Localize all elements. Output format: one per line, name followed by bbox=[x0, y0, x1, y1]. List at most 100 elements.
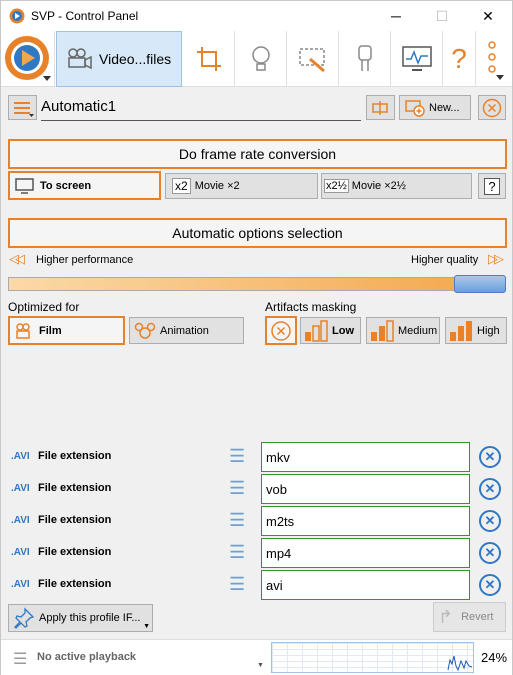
apply-profile-if-label: Apply this profile IF... bbox=[39, 612, 141, 624]
profiles-menu-button[interactable] bbox=[8, 95, 37, 120]
frame-rate-conversion-toggle[interactable]: Do frame rate conversion bbox=[8, 139, 507, 169]
remove-condition-button[interactable]: ✕ bbox=[479, 574, 501, 596]
condition-row: .AVI File extension ☰ mp4 ✕ bbox=[8, 538, 508, 568]
status-bar: ☰ No active playback ▼ 24% bbox=[1, 639, 512, 675]
fast-forward-icon: ▷▷ bbox=[488, 251, 504, 266]
svp-logo-icon bbox=[4, 36, 51, 81]
status-menu-arrow-icon[interactable]: ▼ bbox=[257, 662, 264, 669]
profile-panel: Automatic1 New... Do frame rate conversi… bbox=[1, 87, 512, 639]
profile-name-field[interactable]: Automatic1 bbox=[41, 95, 361, 121]
delete-profile-button[interactable] bbox=[478, 95, 506, 120]
condition-value-field[interactable]: vob bbox=[261, 474, 470, 504]
remove-condition-button[interactable]: ✕ bbox=[479, 446, 501, 468]
artifacts-medium-button[interactable]: Medium bbox=[366, 317, 440, 344]
frame-rate-help-button[interactable]: ? bbox=[478, 173, 506, 199]
avi-badge: .AVI bbox=[11, 515, 30, 526]
help-button[interactable]: ? bbox=[443, 31, 476, 87]
profile-settings-button[interactable] bbox=[366, 95, 395, 120]
condition-value-field[interactable]: mkv bbox=[261, 442, 470, 472]
film-button[interactable]: Film bbox=[8, 316, 125, 345]
svp-logo-icon bbox=[9, 8, 25, 24]
condition-label: File extension bbox=[38, 482, 112, 494]
higher-quality-label: Higher quality bbox=[411, 254, 479, 266]
optimized-for-label: Optimized for bbox=[8, 300, 80, 314]
video-camera-icon bbox=[68, 48, 92, 70]
artifacts-high-button[interactable]: High bbox=[445, 317, 507, 344]
revert-button[interactable]: ↱ Revert bbox=[433, 602, 506, 632]
film-label: Film bbox=[39, 324, 62, 337]
drag-handle-icon[interactable]: ☰ bbox=[229, 575, 245, 593]
x25-icon: x2½ bbox=[324, 179, 349, 193]
minimize-button[interactable]: ─ bbox=[373, 1, 419, 31]
rewind-icon: ◁◁ bbox=[9, 251, 25, 266]
avi-badge: .AVI bbox=[11, 483, 30, 494]
lightbulb-icon bbox=[251, 46, 270, 71]
pin-icon bbox=[14, 607, 35, 629]
svp-menu-button[interactable] bbox=[1, 31, 55, 87]
maximize-button[interactable]: ☐ bbox=[419, 1, 465, 31]
condition-row: .AVI File extension ☰ vob ✕ bbox=[8, 474, 508, 504]
tab-plugins[interactable] bbox=[339, 31, 391, 87]
tab-video-profiles-label: Video...files bbox=[99, 51, 172, 67]
higher-performance-label: Higher performance bbox=[36, 254, 134, 266]
drag-handle-icon[interactable]: ☰ bbox=[229, 479, 245, 497]
drag-handle-icon[interactable]: ☰ bbox=[229, 511, 245, 529]
plug-icon bbox=[357, 45, 372, 71]
condition-row: .AVI File extension ☰ mkv ✕ bbox=[8, 442, 508, 472]
quality-slider-thumb[interactable] bbox=[454, 275, 506, 293]
more-menu-button[interactable] bbox=[476, 31, 512, 87]
animation-button[interactable]: Animation bbox=[129, 317, 244, 344]
quality-slider-track[interactable] bbox=[8, 277, 506, 291]
tab-screen[interactable] bbox=[287, 31, 339, 87]
drag-handle-icon[interactable]: ☰ bbox=[229, 447, 245, 465]
medium-label: Medium bbox=[398, 324, 438, 337]
close-window-button[interactable]: ✕ bbox=[465, 1, 511, 31]
avi-badge: .AVI bbox=[11, 547, 30, 558]
screen-edit-icon bbox=[298, 48, 325, 73]
close-circle-icon bbox=[271, 320, 291, 341]
new-profile-button[interactable]: New... bbox=[399, 95, 471, 120]
condition-value-field[interactable]: mp4 bbox=[261, 538, 470, 568]
film-camera-icon bbox=[16, 322, 30, 339]
condition-value-field[interactable]: m2ts bbox=[261, 506, 470, 536]
monitor-icon bbox=[15, 177, 34, 194]
condition-row: .AVI File extension ☰ m2ts ✕ bbox=[8, 506, 508, 536]
to-screen-button[interactable]: To screen bbox=[8, 171, 161, 200]
help-question-icon: ? bbox=[484, 177, 500, 195]
tab-crop[interactable] bbox=[183, 31, 235, 87]
tab-tips[interactable] bbox=[235, 31, 287, 87]
artifacts-low-button[interactable]: Low bbox=[300, 317, 361, 344]
condition-row: .AVI File extension ☰ avi ✕ bbox=[8, 570, 508, 600]
avi-badge: .AVI bbox=[11, 579, 30, 590]
tab-video-profiles[interactable]: Video...files bbox=[56, 31, 182, 87]
new-profile-icon bbox=[405, 99, 425, 117]
movie-x25-button[interactable]: x2½ Movie ×2½ bbox=[321, 173, 472, 199]
condition-label: File extension bbox=[38, 450, 112, 462]
to-screen-label: To screen bbox=[40, 179, 92, 192]
condition-label: File extension bbox=[38, 578, 112, 590]
bars-high-icon bbox=[450, 320, 472, 341]
remove-condition-button[interactable]: ✕ bbox=[479, 478, 501, 500]
app-window: SVP - Control Panel ─ ☐ ✕ Video...files … bbox=[0, 0, 513, 675]
automatic-options-toggle[interactable]: Automatic options selection bbox=[8, 218, 507, 248]
animation-label: Animation bbox=[160, 324, 209, 337]
low-label: Low bbox=[332, 324, 354, 337]
movie-x2-button[interactable]: x2 Movie ×2 bbox=[165, 173, 318, 199]
remove-condition-button[interactable]: ✕ bbox=[479, 510, 501, 532]
remove-condition-button[interactable]: ✕ bbox=[479, 542, 501, 564]
profile-edit-icon bbox=[371, 100, 388, 115]
artifacts-off-button[interactable] bbox=[265, 316, 297, 345]
condition-value-field[interactable]: avi bbox=[261, 570, 470, 600]
apply-profile-if-button[interactable]: Apply this profile IF... ▼ bbox=[8, 604, 153, 632]
cpu-percent: 24% bbox=[481, 650, 508, 665]
drag-handle-icon[interactable]: ☰ bbox=[229, 543, 245, 561]
bars-low-icon bbox=[305, 319, 328, 342]
high-label: High bbox=[477, 324, 500, 337]
movie-x25-label: Movie ×2½ bbox=[351, 180, 406, 192]
monitor-chart-icon bbox=[401, 46, 432, 71]
hamburger-icon bbox=[13, 101, 34, 117]
avi-badge: .AVI bbox=[11, 451, 30, 462]
tab-monitor[interactable] bbox=[391, 31, 443, 87]
question-icon: ? bbox=[451, 43, 467, 74]
cpu-graph-line bbox=[447, 655, 473, 672]
